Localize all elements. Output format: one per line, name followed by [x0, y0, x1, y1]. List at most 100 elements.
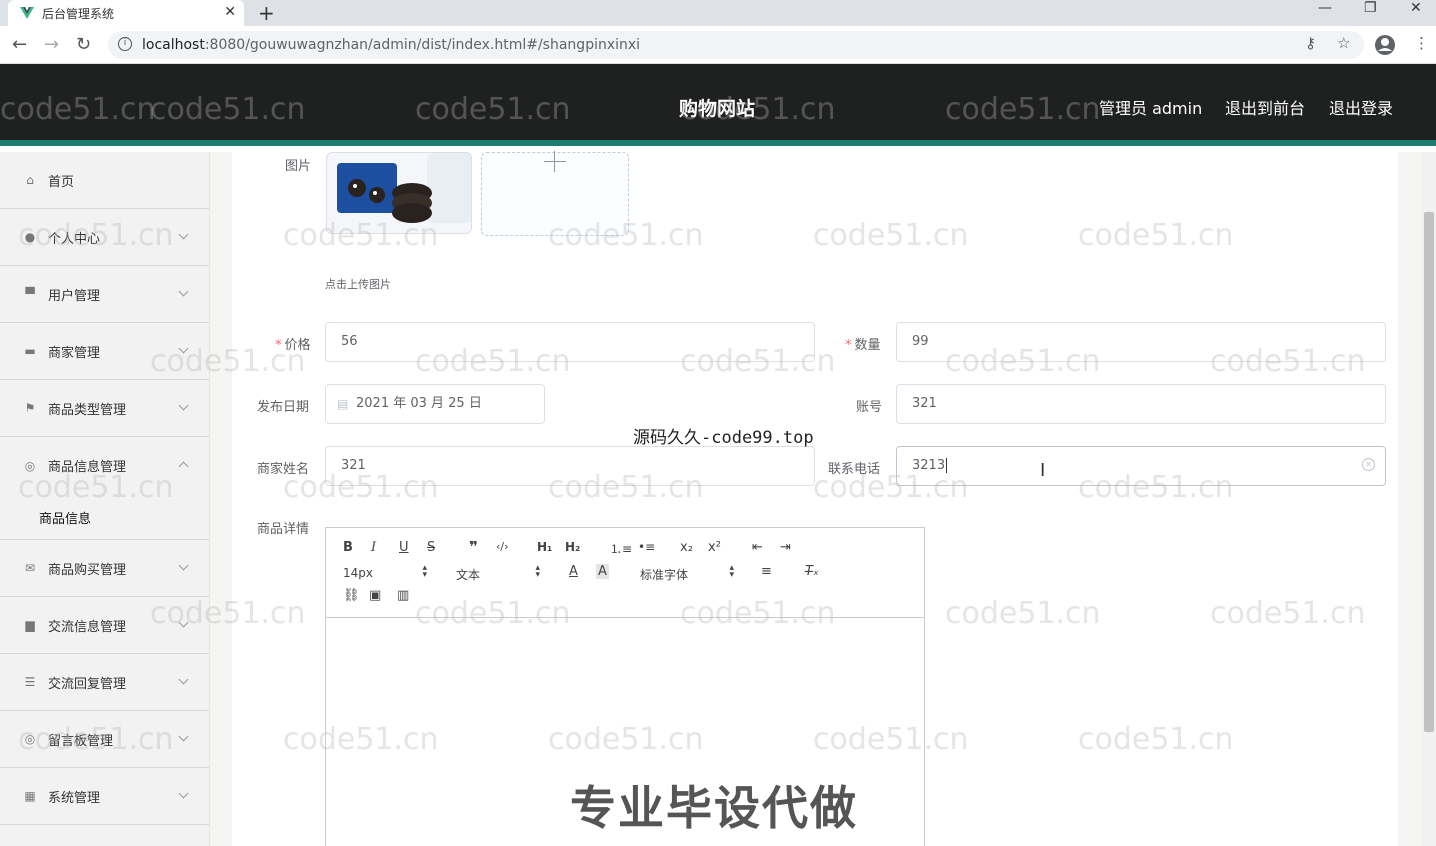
close-tab-icon[interactable]: ✕: [224, 4, 236, 20]
star-icon[interactable]: ☆: [1337, 34, 1350, 52]
site-info-icon[interactable]: i: [118, 37, 132, 51]
url-host: localhost: [142, 37, 205, 53]
italic-icon[interactable]: I: [371, 540, 376, 555]
vue-logo-icon: [20, 7, 34, 19]
tab-title: 后台管理系统: [42, 6, 115, 21]
bullet-list-icon[interactable]: •≡: [638, 540, 655, 554]
sidebar-subitem-product-info[interactable]: 商品信息: [0, 495, 209, 540]
sidebar-item-guestbook[interactable]: ◎ 留言板管理: [0, 711, 209, 768]
sidebar-item-system[interactable]: ▦ 系统管理: [0, 768, 209, 825]
chevron-down-icon: [178, 560, 189, 571]
underline-icon[interactable]: U: [399, 540, 409, 555]
account-input[interactable]: 321: [896, 384, 1386, 424]
superscript-icon[interactable]: x²: [708, 540, 721, 555]
upload-button[interactable]: [481, 152, 629, 236]
to-front-link[interactable]: 退出到前台: [1225, 95, 1305, 119]
app-header: 购物网站 管理员 admin 退出到前台 退出登录: [0, 64, 1436, 146]
font-color-icon[interactable]: A: [569, 564, 578, 579]
qty-input[interactable]: 99: [896, 322, 1386, 362]
sidebar-item-users[interactable]: ▀ 用户管理: [0, 266, 209, 323]
ordered-list-icon[interactable]: ⒈≡: [610, 540, 632, 557]
info-circle-icon: ◎: [24, 458, 36, 473]
back-icon[interactable]: ←: [12, 34, 27, 55]
sidebar-item-profile[interactable]: ● 个人中心: [0, 209, 209, 266]
date-value: 2021 年 03 月 25 日: [356, 396, 482, 411]
phone-input[interactable]: 3213: [896, 446, 1386, 486]
bold-icon[interactable]: B: [343, 540, 353, 555]
text-cursor-icon: I: [1040, 460, 1046, 481]
chevron-down-icon: [178, 229, 189, 240]
upload-tip: 点击上传图片: [325, 278, 391, 291]
sidebar-item-home[interactable]: ⌂ 首页: [0, 152, 209, 209]
sidebar-item-label: 商品类型管理: [48, 402, 127, 418]
video-icon[interactable]: ▥: [397, 588, 409, 603]
key-icon[interactable]: ⚷: [1305, 34, 1316, 52]
site-title: 购物网站: [679, 98, 756, 120]
mail-icon: ✉: [24, 561, 36, 575]
indent-icon[interactable]: ⇥: [780, 540, 791, 555]
sidebar-item-discussions[interactable]: ▆ 交流信息管理: [0, 597, 209, 654]
h1-icon[interactable]: H₁: [537, 540, 552, 554]
sidebar-item-products[interactable]: ◎ 商品信息管理: [0, 437, 209, 494]
h2-icon[interactable]: H₂: [565, 540, 580, 554]
restore-icon[interactable]: ❐: [1364, 0, 1377, 16]
new-tab-icon[interactable]: +: [258, 1, 275, 25]
align-icon[interactable]: ≡: [761, 564, 772, 579]
price-input[interactable]: 56: [325, 322, 815, 362]
clear-icon[interactable]: ✕: [1362, 458, 1375, 471]
browser-tab[interactable]: 后台管理系统 ✕: [8, 0, 244, 26]
product-image-thumb[interactable]: [326, 152, 472, 234]
user-icon: ●: [24, 230, 36, 244]
link-icon[interactable]: ⛓: [343, 588, 360, 603]
plus-icon: [544, 161, 566, 162]
url-path: :8080/gouwuwagnzhan/admin/dist/index.htm…: [204, 37, 641, 53]
minimize-icon[interactable]: —: [1318, 0, 1332, 16]
sidebar-item-merchants[interactable]: ▬ 商家管理: [0, 323, 209, 380]
promo-banner: 专业毕设代做: [570, 781, 858, 835]
sliders-icon: ☰: [24, 675, 36, 689]
profile-icon[interactable]: [1374, 34, 1396, 56]
users-icon: ▀: [25, 287, 35, 301]
outdent-icon[interactable]: ⇤: [752, 540, 763, 555]
logout-link[interactable]: 退出登录: [1329, 95, 1393, 119]
window-close-icon[interactable]: ✕: [1410, 0, 1422, 16]
price-label: * 价格: [275, 338, 311, 353]
sidebar-item-replies[interactable]: ☰ 交流回复管理: [0, 654, 209, 711]
code-block-icon[interactable]: ‹/›: [496, 540, 509, 553]
sidebar-item-label: 系统管理: [48, 790, 101, 806]
menu-dots-icon[interactable]: ⋮: [1414, 34, 1429, 52]
sidebar-item-label: 个人中心: [48, 231, 101, 247]
font-family-select[interactable]: 标准字体 ▴ ▾: [640, 564, 734, 583]
chevron-up-icon: [178, 461, 189, 472]
sidebar-item-label: 交流回复管理: [48, 676, 127, 692]
forward-icon[interactable]: →: [44, 34, 59, 55]
background-color-icon[interactable]: A: [596, 564, 609, 579]
blockquote-icon[interactable]: ❞: [469, 538, 478, 556]
sidebar-item-label: 商家管理: [48, 345, 101, 361]
message-icon: ◎: [24, 732, 36, 746]
grid-icon: ▦: [24, 789, 36, 803]
chat-icon: ▆: [25, 618, 35, 632]
merchant-name-input[interactable]: 321: [325, 446, 815, 486]
scrollbar-thumb[interactable]: [1424, 212, 1434, 732]
clear-format-icon[interactable]: T̶ₓ: [805, 564, 819, 579]
sidebar: ⌂ 首页 ● 个人中心 ▀ 用户管理 ▬ 商家管理 ⚑ 商品类型管理 ◎ 商品信息管理 商品…: [0, 152, 210, 846]
subscript-icon[interactable]: x₂: [680, 540, 693, 555]
font-size-select[interactable]: 14px ▴ ▾: [343, 564, 427, 581]
sidebar-item-label: 用户管理: [48, 288, 101, 304]
phone-value: 3213: [912, 458, 946, 473]
sidebar-item-categories[interactable]: ⚑ 商品类型管理: [0, 380, 209, 437]
chevron-down-icon: [178, 788, 189, 799]
date-picker[interactable]: ▤ 2021 年 03 月 25 日: [325, 384, 545, 424]
reload-icon[interactable]: ↻: [76, 34, 91, 55]
image-icon[interactable]: ▣: [369, 588, 381, 603]
sidebar-item-purchases[interactable]: ✉ 商品购买管理: [0, 540, 209, 597]
text-type-select[interactable]: 文本 ▴ ▾: [456, 563, 540, 583]
address-bar-row: ← → ↻ i localhost:8080/gouwuwagnzhan/adm…: [0, 26, 1436, 64]
url-field[interactable]: i localhost:8080/gouwuwagnzhan/admin/dis…: [108, 31, 1364, 59]
sidebar-item-label: 商品购买管理: [48, 562, 127, 578]
date-label: 发布日期: [257, 400, 310, 415]
strike-icon[interactable]: S: [427, 540, 435, 555]
chevron-down-icon: [178, 617, 189, 628]
select-arrows-icon: ▴ ▾: [535, 563, 540, 580]
